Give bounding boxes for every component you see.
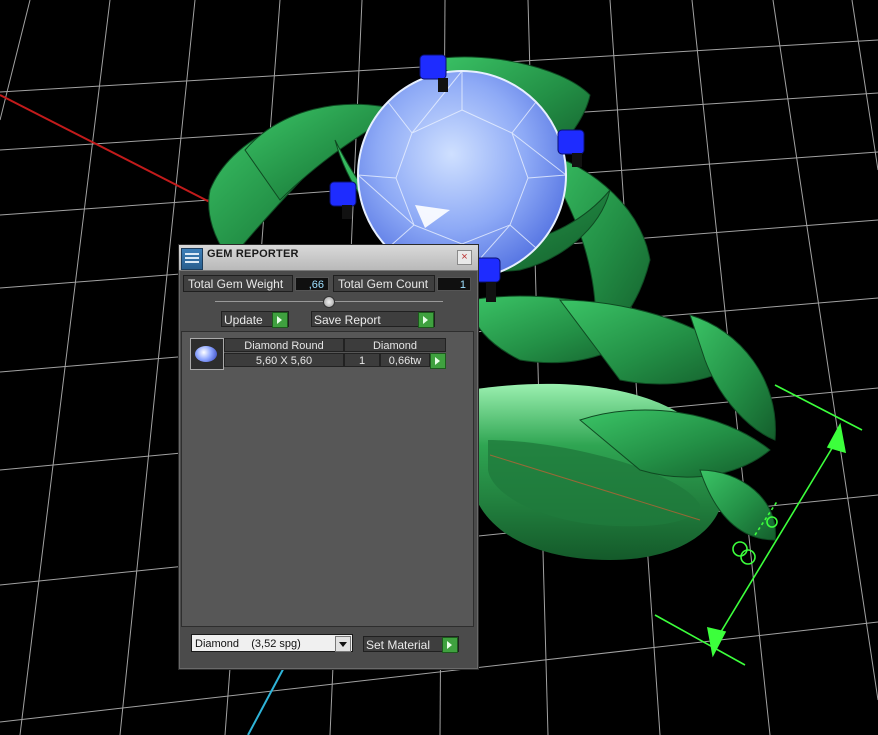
save-report-button-label: Save Report	[314, 313, 381, 327]
gem-name: Diamond Round	[224, 338, 344, 352]
panel-title: GEM REPORTER	[207, 248, 299, 260]
set-material-button-label: Set Material	[366, 638, 431, 652]
play-arrow-icon	[442, 637, 458, 653]
close-icon[interactable]: ×	[457, 250, 472, 265]
gem-size: 5,60 X 5,60	[224, 353, 344, 367]
play-arrow-icon	[272, 312, 288, 328]
gem-thumbnail	[190, 338, 224, 370]
title-bar[interactable]: GEM REPORTER ×	[179, 245, 478, 271]
slider-knob[interactable]	[323, 296, 335, 308]
play-arrow-icon[interactable]	[430, 353, 446, 369]
update-button[interactable]: Update	[221, 311, 289, 328]
gem-list: Diamond Round Diamond 5,60 X 5,60 1 0,66…	[181, 331, 474, 627]
gem-weight: 0,66tw	[380, 353, 430, 367]
total-gem-count-value: 1	[437, 277, 471, 291]
save-report-button[interactable]: Save Report	[311, 311, 435, 328]
y-axis-line	[247, 659, 289, 735]
dropdown-arrow-icon[interactable]	[335, 636, 351, 652]
gem-reporter-panel: GEM REPORTER × Total Gem Weight ,66 Tota…	[178, 244, 479, 670]
gem-list-item[interactable]: Diamond Round Diamond 5,60 X 5,60 1 0,66…	[190, 338, 448, 370]
total-gem-count-label: Total Gem Count	[333, 275, 435, 292]
total-gem-weight-label: Total Gem Weight	[183, 275, 293, 292]
gem-material: Diamond	[344, 338, 446, 352]
set-material-button[interactable]: Set Material	[363, 636, 459, 653]
total-gem-weight-value: ,66	[295, 277, 329, 291]
gem-reporter-app-icon	[181, 248, 203, 270]
material-select[interactable]: Diamond (3,52 spg)	[191, 634, 353, 652]
material-select-value: Diamond (3,52 spg)	[195, 638, 301, 650]
gem-count: 1	[344, 353, 380, 367]
play-arrow-icon	[418, 312, 434, 328]
update-button-label: Update	[224, 313, 263, 327]
